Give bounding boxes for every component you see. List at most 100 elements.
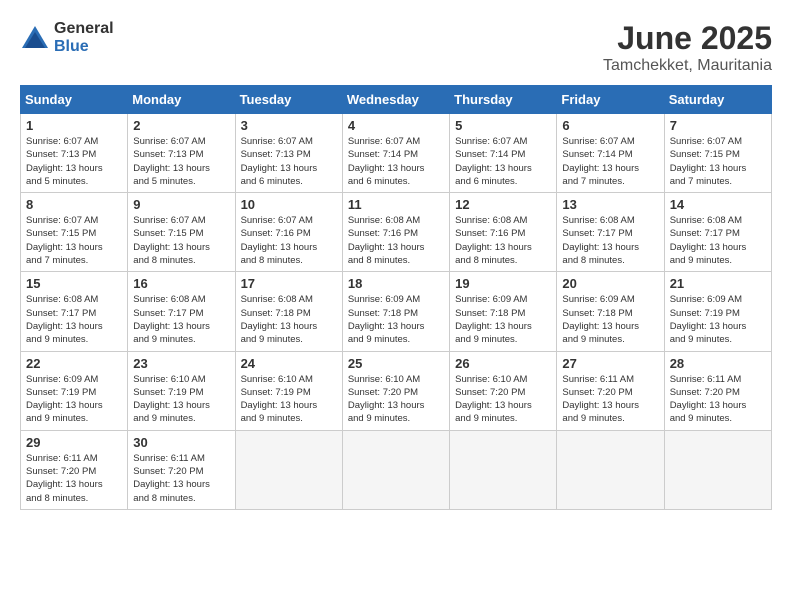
day-detail: Sunrise: 6:07 AM Sunset: 7:14 PM Dayligh…: [348, 135, 444, 188]
day-detail: Sunrise: 6:07 AM Sunset: 7:13 PM Dayligh…: [133, 135, 229, 188]
day-detail: Sunrise: 6:07 AM Sunset: 7:15 PM Dayligh…: [670, 135, 766, 188]
calendar-row: 29 Sunrise: 6:11 AM Sunset: 7:20 PM Dayli…: [21, 430, 772, 509]
table-row: [664, 430, 771, 509]
day-number: 25: [348, 356, 444, 371]
header-friday: Friday: [557, 86, 664, 114]
table-row: 17Sunrise: 6:08 AM Sunset: 7:18 PM Dayli…: [235, 272, 342, 351]
day-number: 22: [26, 356, 122, 371]
day-number: 15: [26, 276, 122, 291]
table-row: 20 Sunrise: 6:09 AM Sunset: 7:18 PM Dayli…: [557, 272, 664, 351]
day-number: 26: [455, 356, 551, 371]
header-tuesday: Tuesday: [235, 86, 342, 114]
table-row: 30 Sunrise: 6:11 AM Sunset: 7:20 PM Dayli…: [128, 430, 235, 509]
day-number: 20: [562, 276, 658, 291]
logo-icon: [20, 24, 50, 52]
day-detail: Sunrise: 6:08 AM Sunset: 7:17 PM Dayligh…: [133, 293, 229, 346]
day-number: 6: [562, 118, 658, 133]
day-detail: Sunrise: 6:08 AM Sunset: 7:16 PM Dayligh…: [348, 214, 444, 267]
day-detail: Sunrise: 6:07 AM Sunset: 7:13 PM Dayligh…: [26, 135, 122, 188]
table-row: 23 Sunrise: 6:10 AM Sunset: 7:19 PM Dayli…: [128, 351, 235, 430]
day-detail: Sunrise: 6:09 AM Sunset: 7:18 PM Dayligh…: [562, 293, 658, 346]
day-number: 2: [133, 118, 229, 133]
header-monday: Monday: [128, 86, 235, 114]
table-row: 9Sunrise: 6:07 AM Sunset: 7:15 PM Daylig…: [128, 193, 235, 272]
day-number: 27: [562, 356, 658, 371]
table-row: 10Sunrise: 6:07 AM Sunset: 7:16 PM Dayli…: [235, 193, 342, 272]
table-row: [557, 430, 664, 509]
day-detail: Sunrise: 6:09 AM Sunset: 7:19 PM Dayligh…: [26, 373, 122, 426]
day-number: 3: [241, 118, 337, 133]
day-number: 30: [133, 435, 229, 450]
table-row: 4 Sunrise: 6:07 AM Sunset: 7:14 PM Daylig…: [342, 114, 449, 193]
table-row: 26 Sunrise: 6:10 AM Sunset: 7:20 PM Dayli…: [450, 351, 557, 430]
header-thursday: Thursday: [450, 86, 557, 114]
day-number: 4: [348, 118, 444, 133]
day-detail: Sunrise: 6:10 AM Sunset: 7:19 PM Dayligh…: [241, 373, 337, 426]
day-number: 13: [562, 197, 658, 212]
calendar-row: 15 Sunrise: 6:08 AM Sunset: 7:17 PM Dayli…: [21, 272, 772, 351]
day-detail: Sunrise: 6:09 AM Sunset: 7:18 PM Dayligh…: [348, 293, 444, 346]
title-area: June 2025 Tamchekket, Mauritania: [603, 20, 772, 75]
table-row: 19Sunrise: 6:09 AM Sunset: 7:18 PM Dayli…: [450, 272, 557, 351]
table-row: 1 Sunrise: 6:07 AM Sunset: 7:13 PM Daylig…: [21, 114, 128, 193]
day-detail: Sunrise: 6:07 AM Sunset: 7:13 PM Dayligh…: [241, 135, 337, 188]
table-row: 27Sunrise: 6:11 AM Sunset: 7:20 PM Dayli…: [557, 351, 664, 430]
calendar-title: June 2025: [603, 20, 772, 57]
table-row: 21Sunrise: 6:09 AM Sunset: 7:19 PM Dayli…: [664, 272, 771, 351]
table-row: 24 Sunrise: 6:10 AM Sunset: 7:19 PM Dayli…: [235, 351, 342, 430]
day-number: 7: [670, 118, 766, 133]
table-row: 14Sunrise: 6:08 AM Sunset: 7:17 PM Dayli…: [664, 193, 771, 272]
table-row: 15 Sunrise: 6:08 AM Sunset: 7:17 PM Dayli…: [21, 272, 128, 351]
table-row: 18 Sunrise: 6:09 AM Sunset: 7:18 PM Dayli…: [342, 272, 449, 351]
table-row: 7 Sunrise: 6:07 AM Sunset: 7:15 PM Daylig…: [664, 114, 771, 193]
table-row: 5 Sunrise: 6:07 AM Sunset: 7:14 PM Daylig…: [450, 114, 557, 193]
calendar-row: 22 Sunrise: 6:09 AM Sunset: 7:19 PM Dayli…: [21, 351, 772, 430]
day-number: 24: [241, 356, 337, 371]
day-detail: Sunrise: 6:10 AM Sunset: 7:19 PM Dayligh…: [133, 373, 229, 426]
day-detail: Sunrise: 6:09 AM Sunset: 7:18 PM Dayligh…: [455, 293, 551, 346]
table-row: 6 Sunrise: 6:07 AM Sunset: 7:14 PM Daylig…: [557, 114, 664, 193]
table-row: [450, 430, 557, 509]
day-number: 1: [26, 118, 122, 133]
day-detail: Sunrise: 6:09 AM Sunset: 7:19 PM Dayligh…: [670, 293, 766, 346]
day-detail: Sunrise: 6:08 AM Sunset: 7:17 PM Dayligh…: [670, 214, 766, 267]
day-number: 23: [133, 356, 229, 371]
day-number: 5: [455, 118, 551, 133]
day-detail: Sunrise: 6:08 AM Sunset: 7:17 PM Dayligh…: [562, 214, 658, 267]
day-detail: Sunrise: 6:11 AM Sunset: 7:20 PM Dayligh…: [133, 452, 229, 505]
calendar-row: 8 Sunrise: 6:07 AM Sunset: 7:15 PM Daylig…: [21, 193, 772, 272]
day-detail: Sunrise: 6:11 AM Sunset: 7:20 PM Dayligh…: [26, 452, 122, 505]
table-row: 3 Sunrise: 6:07 AM Sunset: 7:13 PM Daylig…: [235, 114, 342, 193]
day-number: 8: [26, 197, 122, 212]
day-detail: Sunrise: 6:10 AM Sunset: 7:20 PM Dayligh…: [455, 373, 551, 426]
table-row: 16 Sunrise: 6:08 AM Sunset: 7:17 PM Dayli…: [128, 272, 235, 351]
table-row: 8 Sunrise: 6:07 AM Sunset: 7:15 PM Daylig…: [21, 193, 128, 272]
table-row: 11 Sunrise: 6:08 AM Sunset: 7:16 PM Dayli…: [342, 193, 449, 272]
day-number: 16: [133, 276, 229, 291]
day-number: 29: [26, 435, 122, 450]
day-detail: Sunrise: 6:08 AM Sunset: 7:16 PM Dayligh…: [455, 214, 551, 267]
day-detail: Sunrise: 6:07 AM Sunset: 7:14 PM Dayligh…: [455, 135, 551, 188]
calendar-subtitle: Tamchekket, Mauritania: [603, 57, 772, 75]
calendar-table: Sunday Monday Tuesday Wednesday Thursday…: [20, 85, 772, 510]
day-detail: Sunrise: 6:08 AM Sunset: 7:17 PM Dayligh…: [26, 293, 122, 346]
logo-general: General: [54, 20, 114, 37]
day-detail: Sunrise: 6:07 AM Sunset: 7:14 PM Dayligh…: [562, 135, 658, 188]
table-row: 22 Sunrise: 6:09 AM Sunset: 7:19 PM Dayli…: [21, 351, 128, 430]
day-detail: Sunrise: 6:08 AM Sunset: 7:18 PM Dayligh…: [241, 293, 337, 346]
day-detail: Sunrise: 6:07 AM Sunset: 7:15 PM Dayligh…: [26, 214, 122, 267]
table-row: [235, 430, 342, 509]
table-row: 12 Sunrise: 6:08 AM Sunset: 7:16 PM Dayli…: [450, 193, 557, 272]
logo: General Blue: [20, 20, 114, 56]
calendar-row: 1 Sunrise: 6:07 AM Sunset: 7:13 PM Daylig…: [21, 114, 772, 193]
header-sunday: Sunday: [21, 86, 128, 114]
day-number: 18: [348, 276, 444, 291]
day-number: 11: [348, 197, 444, 212]
table-row: 29 Sunrise: 6:11 AM Sunset: 7:20 PM Dayli…: [21, 430, 128, 509]
header-saturday: Saturday: [664, 86, 771, 114]
header-row: Sunday Monday Tuesday Wednesday Thursday…: [21, 86, 772, 114]
day-detail: Sunrise: 6:07 AM Sunset: 7:16 PM Dayligh…: [241, 214, 337, 267]
day-number: 28: [670, 356, 766, 371]
table-row: [342, 430, 449, 509]
day-number: 12: [455, 197, 551, 212]
